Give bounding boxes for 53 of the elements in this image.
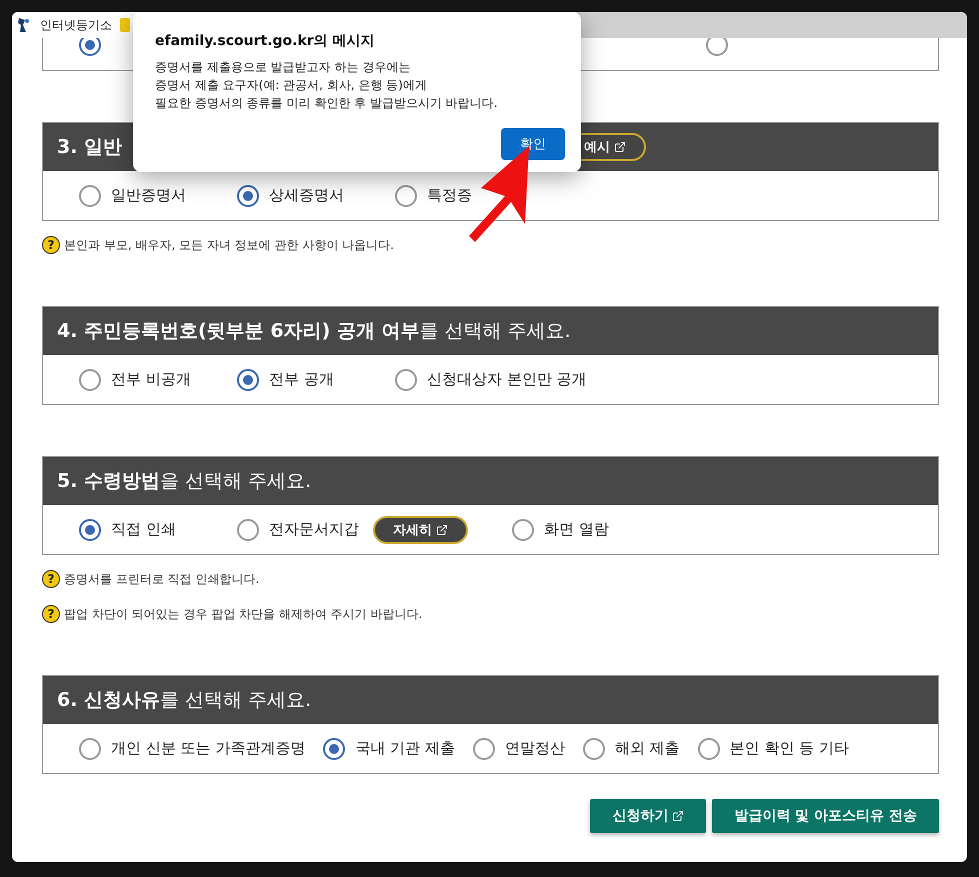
option-label[interactable]: 전자문서지갑 xyxy=(269,520,359,539)
note-text: 본인과 부모, 배우자, 모든 자녀 정보에 관한 사항이 나옵니다. xyxy=(64,236,394,254)
action-button[interactable]: 발급이력 및 아포스티유 전송 xyxy=(712,799,939,833)
note-text: 팝업 차단이 되어있는 경우 팝업 차단을 해제하여 주시기 바랍니다. xyxy=(64,606,422,622)
section-title: 5. 수령방법을 선택해 주세요. xyxy=(57,469,312,494)
radio-button[interactable] xyxy=(472,738,495,760)
section-title: 3. 일반 xyxy=(57,135,122,160)
confirm-button[interactable]: 확인 xyxy=(501,128,565,160)
section-title: 6. 신청사유를 선택해 주세요. xyxy=(57,688,312,713)
external-link-icon xyxy=(436,524,448,536)
radio-button[interactable] xyxy=(395,368,417,390)
radio-button[interactable] xyxy=(237,518,259,540)
external-link-icon xyxy=(614,141,626,153)
radio-button[interactable] xyxy=(79,518,101,540)
option-label[interactable]: 국내 기관 제출 xyxy=(355,739,455,758)
radio-button[interactable] xyxy=(323,738,346,760)
radio-button[interactable] xyxy=(512,518,534,540)
section-title: 4. 주민등록번호(뒷부분 6자리) 공개 여부를 선택해 주세요. xyxy=(57,319,571,344)
logo-icon xyxy=(16,16,32,34)
action-button[interactable]: 신청하기 xyxy=(590,799,706,833)
option-label[interactable]: 일반증명서 xyxy=(111,186,186,205)
radio-button[interactable] xyxy=(237,184,259,206)
dialog-message: 필요한 증명서의 종류를 미리 확인한 후 발급받으시기 바랍니다. xyxy=(155,95,499,112)
radio-button[interactable] xyxy=(237,368,259,390)
help-icon: ? xyxy=(42,236,60,254)
dialog-message: 증명서 제출 요구자(예: 관공서, 회사, 은행 등)에게 xyxy=(155,77,428,94)
option-label[interactable]: 특정증 xyxy=(427,186,472,205)
option-label[interactable]: 해외 제출 xyxy=(614,739,680,758)
dialog-message: 증명서를 제출용으로 발급받고자 하는 경우에는 xyxy=(155,59,412,76)
radio-button[interactable] xyxy=(582,738,605,760)
option-label[interactable]: 본인 확인 등 기타 xyxy=(730,739,849,758)
option-label[interactable]: 전부 비공개 xyxy=(111,370,191,389)
radio-button[interactable] xyxy=(79,38,101,56)
note-text: 증명서를 프린터로 직접 인쇄합니다. xyxy=(64,570,260,588)
dialog-title: efamily.scourt.go.kr의 메시지 xyxy=(155,32,376,50)
radio-button[interactable] xyxy=(79,738,101,760)
radio-button[interactable] xyxy=(395,184,417,206)
option-label[interactable]: 개인 신분 또는 가족관계증명 xyxy=(111,739,306,758)
help-icon: ? xyxy=(42,570,60,588)
radio-button[interactable] xyxy=(79,368,101,390)
option-label[interactable]: 직접 인쇄 xyxy=(111,520,176,539)
details-button[interactable]: 자세히 xyxy=(373,516,468,544)
radio-button[interactable] xyxy=(698,738,720,760)
radio-button[interactable] xyxy=(79,184,101,206)
option-label[interactable]: 연말정산 xyxy=(504,739,565,758)
option-label[interactable]: 신청대상자 본인만 공개 xyxy=(427,370,587,389)
option-label[interactable]: 상세증명서 xyxy=(269,186,344,205)
bookmark-icon[interactable] xyxy=(120,17,130,33)
help-icon: ? xyxy=(42,605,60,623)
radio-button[interactable] xyxy=(706,38,728,56)
option-label[interactable]: 전부 공개 xyxy=(269,370,334,389)
bookmark-label[interactable]: 인터넷등기소 xyxy=(40,16,112,34)
option-label[interactable]: 화면 열람 xyxy=(544,520,609,539)
